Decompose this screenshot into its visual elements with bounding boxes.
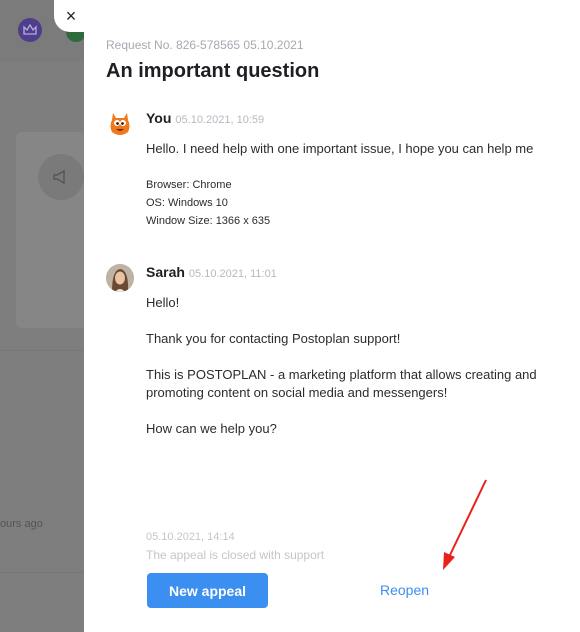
crown-icon (18, 18, 42, 42)
message-time: 05.10.2021, 10:59 (175, 114, 265, 126)
background-app: ours ago (0, 0, 86, 632)
divider (0, 350, 84, 351)
megaphone-icon (38, 154, 84, 200)
closed-status-note: The appeal is closed with support (146, 548, 325, 562)
message-line: Hello! (146, 295, 180, 310)
browser-info: Browser: Chrome (146, 179, 232, 191)
close-button[interactable]: × (54, 0, 88, 32)
close-icon: × (65, 5, 77, 26)
message-item: You 05.10.2021, 10:59 Hello. I need help … (106, 110, 556, 245)
request-number: Request No. 826-578565 05.10.2021 (106, 38, 304, 52)
divider (0, 572, 84, 573)
message-time: 05.10.2021, 11:01 (188, 268, 277, 280)
closed-date: 05.10.2021, 14:14 (146, 531, 235, 543)
message-line: promoting content on social media and me… (146, 385, 448, 400)
message-text: Hello. I need help with one important is… (146, 141, 534, 156)
message-line: Thank you for contacting Postoplan suppo… (146, 331, 401, 346)
window-size-info: Window Size: 1366 x 635 (146, 215, 271, 227)
message-line: This is POSTOPLAN - a marketing platform… (146, 367, 537, 382)
appeal-panel: Request No. 826-578565 05.10.2021 An imp… (84, 0, 580, 632)
avatar (106, 110, 134, 138)
message-item: Sarah 05.10.2021, 11:01 Hello! Thank you … (106, 264, 556, 439)
os-info: OS: Windows 10 (146, 197, 228, 209)
new-appeal-button[interactable]: New appeal (147, 573, 268, 608)
page-title: An important question (106, 60, 320, 82)
message-line: How can we help you? (146, 421, 277, 436)
message-author: You 05.10.2021, 10:59 (146, 110, 265, 126)
background-time-text: ours ago (0, 518, 43, 530)
message-author: Sarah 05.10.2021, 11:01 (146, 264, 277, 280)
reopen-button[interactable]: Reopen (380, 582, 429, 598)
avatar (106, 264, 134, 292)
